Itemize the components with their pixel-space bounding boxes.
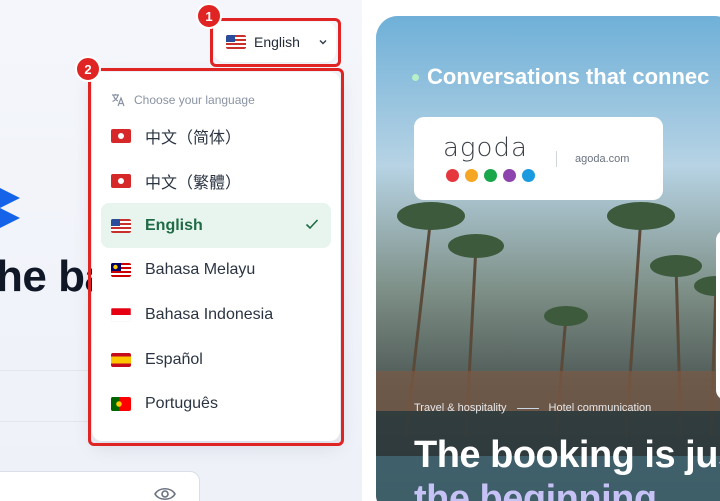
annotation-badge-2: 2 bbox=[75, 56, 101, 82]
language-option-label: 中文（简体） bbox=[145, 130, 242, 148]
language-option-spanish[interactable]: Español bbox=[101, 337, 331, 382]
my-flag-icon bbox=[111, 263, 131, 278]
dropdown-header-label: Choose your language bbox=[134, 93, 255, 107]
language-option-label: Português bbox=[145, 395, 218, 413]
es-flag-icon bbox=[111, 352, 131, 367]
tagline: Conversations that connec bbox=[412, 64, 709, 90]
language-option-label: Bahasa Melayu bbox=[145, 261, 256, 279]
partner-logo-dots bbox=[446, 169, 535, 182]
language-option-label: 中文（繁體） bbox=[145, 175, 242, 193]
dropdown-header: Choose your language bbox=[92, 86, 340, 114]
logo-dot bbox=[503, 169, 516, 182]
tag-industry: Travel & hospitality bbox=[414, 402, 507, 414]
tagline-text: Conversations that connec bbox=[427, 64, 710, 89]
tag-topic: Hotel communication bbox=[548, 402, 652, 414]
id-flag-icon bbox=[111, 308, 131, 323]
case-study-tags: Travel & hospitality Hotel communication bbox=[414, 402, 651, 414]
language-option-malay[interactable]: Bahasa Melayu bbox=[101, 248, 331, 293]
language-selector-label: English bbox=[254, 34, 300, 50]
logo-dot bbox=[484, 169, 497, 182]
chevron-down-icon bbox=[319, 39, 327, 45]
translate-icon bbox=[112, 94, 125, 107]
language-option-zh-hans[interactable]: 中文（简体） bbox=[101, 114, 331, 159]
eye-icon[interactable] bbox=[154, 486, 176, 501]
tagline-dot bbox=[412, 73, 419, 81]
hk-flag-icon bbox=[111, 129, 131, 144]
form-divider bbox=[0, 370, 90, 371]
checkmark-icon bbox=[305, 219, 319, 230]
card-divider bbox=[556, 151, 557, 167]
form-divider bbox=[0, 421, 90, 422]
language-option-zh-hant[interactable]: 中文（繁體） bbox=[101, 159, 331, 204]
annotation-badge-1: 1 bbox=[196, 3, 222, 29]
signin-pane: he ba English Choose your language 中文（简体… bbox=[0, 0, 362, 501]
logo-dot bbox=[446, 169, 459, 182]
pt-flag-icon bbox=[111, 397, 131, 412]
language-dropdown-menu: Choose your language 中文（简体） 中文（繁體） Engli… bbox=[92, 72, 340, 441]
language-option-label: Español bbox=[145, 350, 203, 368]
hk-flag-icon bbox=[111, 174, 131, 189]
brand-logo-icon bbox=[0, 188, 20, 228]
language-option-label: Bahasa Indonesia bbox=[145, 306, 274, 324]
partner-logo-card: agoda agoda.com bbox=[414, 117, 663, 200]
partner-logo-wordmark: agoda bbox=[443, 133, 528, 163]
side-card bbox=[716, 230, 720, 400]
us-flag-icon bbox=[111, 218, 131, 233]
language-option-indonesian[interactable]: Bahasa Indonesia bbox=[101, 293, 331, 338]
logo-dot bbox=[465, 169, 478, 182]
us-flag-icon bbox=[226, 35, 246, 49]
case-study-headline: The booking is jus bbox=[414, 434, 720, 476]
language-option-portuguese[interactable]: Português bbox=[101, 382, 331, 427]
partner-url: agoda.com bbox=[575, 153, 630, 165]
language-option-label: English bbox=[145, 216, 203, 234]
marketing-panel: Conversations that connec agoda agoda.co… bbox=[376, 16, 720, 501]
language-option-english[interactable]: English bbox=[101, 203, 331, 249]
case-study-headline-continued: the beginning bbox=[414, 478, 657, 501]
language-selector-button[interactable]: English bbox=[214, 22, 336, 62]
tag-separator bbox=[516, 407, 539, 409]
logo-dot bbox=[522, 169, 535, 182]
